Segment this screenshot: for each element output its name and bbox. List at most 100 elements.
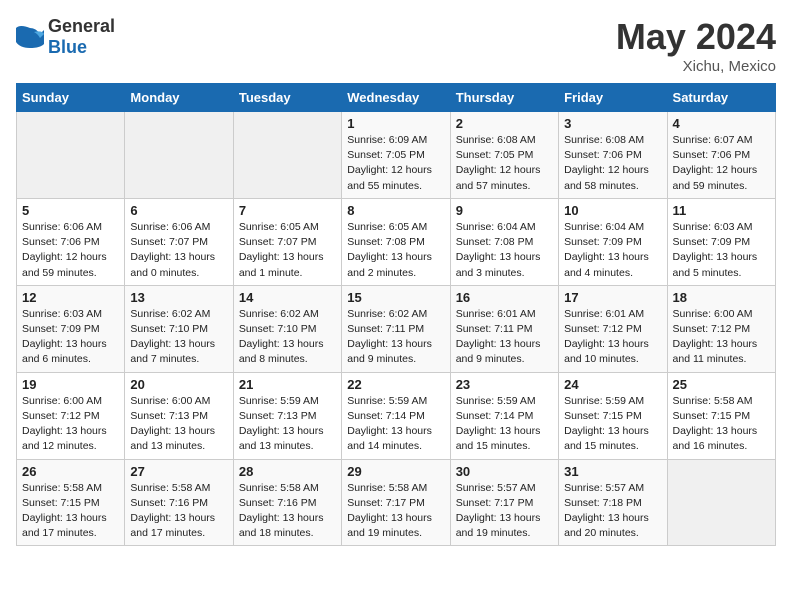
calendar-cell: 20Sunrise: 6:00 AMSunset: 7:13 PMDayligh… bbox=[125, 372, 233, 459]
day-number: 27 bbox=[130, 464, 227, 479]
day-info: Sunrise: 6:00 AMSunset: 7:12 PMDaylight:… bbox=[673, 307, 770, 368]
calendar-cell: 22 Sunrise: 5:59 AMSunset: 7:14 PMDayligh… bbox=[342, 372, 450, 459]
day-number: 13 bbox=[130, 290, 227, 305]
day-info: Sunrise: 6:03 AMSunset: 7:09 PMDaylight:… bbox=[22, 307, 119, 368]
day-info: Sunrise: 5:59 AMSunset: 7:14 PMDaylight:… bbox=[456, 394, 553, 455]
calendar-cell: 24 Sunrise: 5:59 AMSunset: 7:15 PMDayligh… bbox=[559, 372, 667, 459]
calendar-cell: 9 Sunrise: 6:04 AMSunset: 7:08 PMDaylight… bbox=[450, 198, 558, 285]
calendar-week-2: 5 Sunrise: 6:06 AMSunset: 7:06 PMDaylight… bbox=[17, 198, 776, 285]
logo: General Blue bbox=[16, 16, 115, 58]
day-info: Sunrise: 5:58 AMSunset: 7:15 PMDaylight:… bbox=[22, 481, 119, 542]
calendar-cell: 8 Sunrise: 6:05 AMSunset: 7:08 PMDaylight… bbox=[342, 198, 450, 285]
day-number: 29 bbox=[347, 464, 444, 479]
day-number: 5 bbox=[22, 203, 119, 218]
calendar-cell: 26Sunrise: 5:58 AMSunset: 7:15 PMDayligh… bbox=[17, 459, 125, 546]
calendar-cell bbox=[667, 459, 775, 546]
day-info: Sunrise: 6:01 AMSunset: 7:11 PMDaylight:… bbox=[456, 307, 553, 368]
day-info: Sunrise: 5:58 AMSunset: 7:16 PMDaylight:… bbox=[239, 481, 336, 542]
day-info: Sunrise: 5:57 AMSunset: 7:17 PMDaylight:… bbox=[456, 481, 553, 542]
calendar-cell: 29 Sunrise: 5:58 AMSunset: 7:17 PMDayligh… bbox=[342, 459, 450, 546]
day-number: 12 bbox=[22, 290, 119, 305]
day-number: 20 bbox=[130, 377, 227, 392]
calendar-cell: 28 Sunrise: 5:58 AMSunset: 7:16 PMDayligh… bbox=[233, 459, 341, 546]
day-info: Sunrise: 5:59 AMSunset: 7:15 PMDaylight:… bbox=[564, 394, 661, 455]
calendar-table: SundayMondayTuesdayWednesdayThursdayFrid… bbox=[16, 83, 776, 546]
calendar-cell: 31Sunrise: 5:57 AMSunset: 7:18 PMDayligh… bbox=[559, 459, 667, 546]
day-info: Sunrise: 6:05 AMSunset: 7:08 PMDaylight:… bbox=[347, 220, 444, 281]
day-number: 7 bbox=[239, 203, 336, 218]
day-info: Sunrise: 6:08 AMSunset: 7:05 PMDaylight:… bbox=[456, 133, 553, 194]
weekday-header-thursday: Thursday bbox=[450, 84, 558, 112]
calendar-cell: 25Sunrise: 5:58 AMSunset: 7:15 PMDayligh… bbox=[667, 372, 775, 459]
calendar-cell: 4 Sunrise: 6:07 AMSunset: 7:06 PMDaylight… bbox=[667, 112, 775, 199]
weekday-header-sunday: Sunday bbox=[17, 84, 125, 112]
calendar-cell: 18Sunrise: 6:00 AMSunset: 7:12 PMDayligh… bbox=[667, 285, 775, 372]
day-number: 14 bbox=[239, 290, 336, 305]
weekday-header-saturday: Saturday bbox=[667, 84, 775, 112]
day-info: Sunrise: 5:58 AMSunset: 7:16 PMDaylight:… bbox=[130, 481, 227, 542]
calendar-body: 1Sunrise: 6:09 AMSunset: 7:05 PMDaylight… bbox=[17, 112, 776, 546]
calendar-cell: 10 Sunrise: 6:04 AMSunset: 7:09 PMDayligh… bbox=[559, 198, 667, 285]
day-number: 24 bbox=[564, 377, 661, 392]
calendar-week-4: 19Sunrise: 6:00 AMSunset: 7:12 PMDayligh… bbox=[17, 372, 776, 459]
day-info: Sunrise: 6:06 AMSunset: 7:06 PMDaylight:… bbox=[22, 220, 119, 281]
calendar-cell: 11Sunrise: 6:03 AMSunset: 7:09 PMDayligh… bbox=[667, 198, 775, 285]
calendar-cell: 21Sunrise: 5:59 AMSunset: 7:13 PMDayligh… bbox=[233, 372, 341, 459]
calendar-cell: 6 Sunrise: 6:06 AMSunset: 7:07 PMDaylight… bbox=[125, 198, 233, 285]
day-number: 16 bbox=[456, 290, 553, 305]
calendar-week-5: 26Sunrise: 5:58 AMSunset: 7:15 PMDayligh… bbox=[17, 459, 776, 546]
calendar-cell: 2 Sunrise: 6:08 AMSunset: 7:05 PMDaylight… bbox=[450, 112, 558, 199]
calendar-cell: 27 Sunrise: 5:58 AMSunset: 7:16 PMDayligh… bbox=[125, 459, 233, 546]
day-number: 8 bbox=[347, 203, 444, 218]
calendar-cell bbox=[233, 112, 341, 199]
day-info: Sunrise: 6:07 AMSunset: 7:06 PMDaylight:… bbox=[673, 133, 770, 194]
calendar-cell: 5 Sunrise: 6:06 AMSunset: 7:06 PMDaylight… bbox=[17, 198, 125, 285]
day-info: Sunrise: 6:02 AMSunset: 7:10 PMDaylight:… bbox=[239, 307, 336, 368]
calendar-title: May 2024 bbox=[616, 16, 776, 58]
day-info: Sunrise: 6:01 AMSunset: 7:12 PMDaylight:… bbox=[564, 307, 661, 368]
calendar-cell: 3Sunrise: 6:08 AMSunset: 7:06 PMDaylight… bbox=[559, 112, 667, 199]
day-number: 2 bbox=[456, 116, 553, 131]
day-number: 3 bbox=[564, 116, 661, 131]
calendar-cell: 14 Sunrise: 6:02 AMSunset: 7:10 PMDayligh… bbox=[233, 285, 341, 372]
calendar-cell bbox=[17, 112, 125, 199]
calendar-header: SundayMondayTuesdayWednesdayThursdayFrid… bbox=[17, 84, 776, 112]
day-info: Sunrise: 6:02 AMSunset: 7:11 PMDaylight:… bbox=[347, 307, 444, 368]
day-number: 15 bbox=[347, 290, 444, 305]
logo-blue: Blue bbox=[48, 37, 87, 57]
day-number: 1 bbox=[347, 116, 444, 131]
day-number: 30 bbox=[456, 464, 553, 479]
day-info: Sunrise: 5:58 AMSunset: 7:15 PMDaylight:… bbox=[673, 394, 770, 455]
calendar-cell: 30 Sunrise: 5:57 AMSunset: 7:17 PMDayligh… bbox=[450, 459, 558, 546]
day-number: 23 bbox=[456, 377, 553, 392]
day-number: 31 bbox=[564, 464, 661, 479]
logo-general: General bbox=[48, 16, 115, 36]
calendar-cell: 12 Sunrise: 6:03 AMSunset: 7:09 PMDayligh… bbox=[17, 285, 125, 372]
day-info: Sunrise: 5:58 AMSunset: 7:17 PMDaylight:… bbox=[347, 481, 444, 542]
title-block: May 2024 Xichu, Mexico bbox=[616, 16, 776, 75]
day-info: Sunrise: 5:59 AMSunset: 7:14 PMDaylight:… bbox=[347, 394, 444, 455]
day-number: 6 bbox=[130, 203, 227, 218]
day-number: 4 bbox=[673, 116, 770, 131]
calendar-cell: 1Sunrise: 6:09 AMSunset: 7:05 PMDaylight… bbox=[342, 112, 450, 199]
calendar-subtitle: Xichu, Mexico bbox=[616, 58, 776, 75]
day-info: Sunrise: 6:03 AMSunset: 7:09 PMDaylight:… bbox=[673, 220, 770, 281]
day-info: Sunrise: 6:06 AMSunset: 7:07 PMDaylight:… bbox=[130, 220, 227, 281]
day-info: Sunrise: 6:02 AMSunset: 7:10 PMDaylight:… bbox=[130, 307, 227, 368]
weekday-header-monday: Monday bbox=[125, 84, 233, 112]
calendar-cell: 23 Sunrise: 5:59 AMSunset: 7:14 PMDayligh… bbox=[450, 372, 558, 459]
day-number: 22 bbox=[347, 377, 444, 392]
calendar-cell: 17 Sunrise: 6:01 AMSunset: 7:12 PMDayligh… bbox=[559, 285, 667, 372]
day-info: Sunrise: 6:04 AMSunset: 7:09 PMDaylight:… bbox=[564, 220, 661, 281]
day-number: 10 bbox=[564, 203, 661, 218]
logo-text: General Blue bbox=[48, 16, 115, 58]
day-info: Sunrise: 6:05 AMSunset: 7:07 PMDaylight:… bbox=[239, 220, 336, 281]
day-number: 17 bbox=[564, 290, 661, 305]
day-info: Sunrise: 6:04 AMSunset: 7:08 PMDaylight:… bbox=[456, 220, 553, 281]
weekday-header-tuesday: Tuesday bbox=[233, 84, 341, 112]
calendar-cell: 16 Sunrise: 6:01 AMSunset: 7:11 PMDayligh… bbox=[450, 285, 558, 372]
day-info: Sunrise: 6:00 AMSunset: 7:12 PMDaylight:… bbox=[22, 394, 119, 455]
day-number: 9 bbox=[456, 203, 553, 218]
day-number: 28 bbox=[239, 464, 336, 479]
calendar-cell: 7 Sunrise: 6:05 AMSunset: 7:07 PMDaylight… bbox=[233, 198, 341, 285]
